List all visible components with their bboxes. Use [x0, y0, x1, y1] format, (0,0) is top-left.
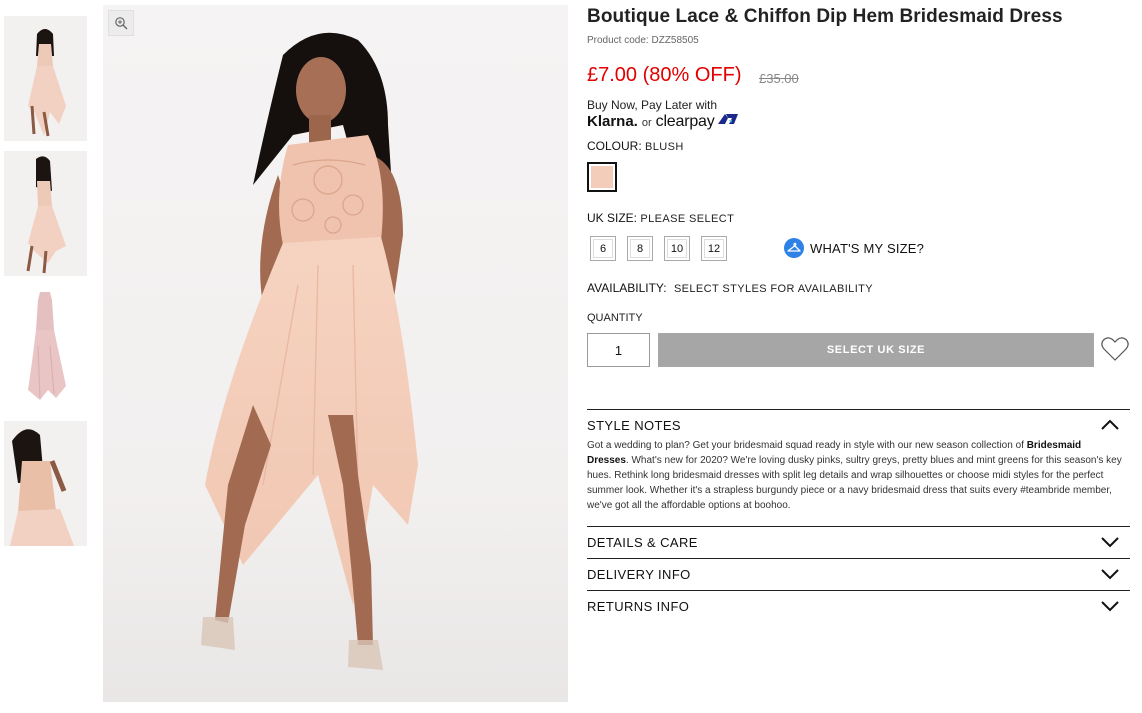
- size-value: PLEASE SELECT: [640, 213, 735, 225]
- style-notes-section: STYLE NOTES Got a wedding to plan? Get y…: [587, 409, 1130, 513]
- sale-price: £7.00 (80% OFF): [587, 64, 742, 86]
- colour-swatch-blush[interactable]: [587, 162, 617, 192]
- thumbnail-front[interactable]: [4, 16, 87, 141]
- thumbnail-side[interactable]: [4, 421, 87, 546]
- or-text: or: [641, 117, 652, 129]
- details-care-section[interactable]: DETAILS & CARE: [587, 526, 1130, 557]
- main-product-image[interactable]: [103, 5, 568, 702]
- style-notes-text-start: Got a wedding to plan? Get your bridesma…: [587, 440, 1027, 451]
- style-notes-text-end: . What's new for 2020? We're loving dusk…: [587, 455, 1122, 511]
- delivery-info-header[interactable]: DELIVERY INFO: [587, 559, 1130, 589]
- size-option-8[interactable]: 8: [627, 236, 653, 261]
- whats-my-size-link[interactable]: WHAT'S MY SIZE?: [784, 238, 924, 258]
- size-label-row: UK SIZE: PLEASE SELECT: [587, 211, 734, 225]
- clearpay-arrows-icon: [717, 114, 738, 124]
- size-option-6[interactable]: 6: [590, 236, 616, 261]
- chevron-down-icon: [1101, 601, 1119, 612]
- zoom-in-button[interactable]: [108, 10, 134, 36]
- availability-row: AVAILABILITY: SELECT STYLES FOR AVAILABI…: [587, 281, 873, 295]
- details-care-title: DETAILS & CARE: [587, 534, 698, 550]
- chevron-down-icon: [1101, 537, 1119, 548]
- heart-icon[interactable]: [1100, 335, 1130, 363]
- whats-my-size-label: WHAT'S MY SIZE?: [810, 240, 925, 256]
- size-label: UK SIZE:: [587, 211, 638, 225]
- quantity-label: QUANTITY: [587, 312, 643, 324]
- returns-info-section[interactable]: RETURNS INFO: [587, 590, 1130, 621]
- details-care-header[interactable]: DETAILS & CARE: [587, 527, 1130, 557]
- size-options: 6 8 10 12: [590, 236, 727, 261]
- klarna-logo[interactable]: Klarna.: [587, 113, 638, 130]
- colour-value: BLUSH: [645, 141, 684, 153]
- availability-label: AVAILABILITY:: [587, 281, 667, 295]
- dress-flat-image: [4, 286, 87, 411]
- quantity-input[interactable]: [587, 333, 650, 367]
- delivery-info-section[interactable]: DELIVERY INFO: [587, 558, 1130, 589]
- style-notes-title: STYLE NOTES: [587, 417, 681, 433]
- model-dress-photo: [201, 32, 418, 670]
- pay-later-text: Buy Now, Pay Later with: [587, 98, 718, 112]
- select-size-button[interactable]: SELECT UK SIZE: [658, 333, 1094, 367]
- chevron-up-icon: [1101, 419, 1119, 430]
- product-code: Product code: DZZ58505: [587, 35, 699, 46]
- payment-providers: Klarna. or clearpay: [587, 112, 739, 131]
- chevron-down-icon: [1101, 569, 1119, 580]
- product-title: Boutique Lace & Chiffon Dip Hem Bridesma…: [587, 6, 1063, 27]
- delivery-info-title: DELIVERY INFO: [587, 566, 691, 582]
- thumbnail-gallery: [4, 16, 87, 556]
- style-notes-header[interactable]: STYLE NOTES: [587, 410, 1130, 440]
- thumbnail-flat[interactable]: [4, 286, 87, 411]
- size-option-12[interactable]: 12: [701, 236, 727, 261]
- dress-side-image: [4, 421, 87, 546]
- style-notes-body: Got a wedding to plan? Get your bridesma…: [587, 438, 1130, 513]
- colour-label-row: COLOUR: BLUSH: [587, 139, 684, 153]
- availability-value: SELECT STYLES FOR AVAILABILITY: [673, 283, 874, 295]
- returns-info-header[interactable]: RETURNS INFO: [587, 591, 1130, 621]
- dress-back-image: [4, 151, 87, 276]
- returns-info-title: RETURNS INFO: [587, 598, 690, 614]
- original-price: £35.00: [759, 71, 799, 86]
- clearpay-logo[interactable]: clearpay: [656, 113, 715, 131]
- size-option-10[interactable]: 10: [664, 236, 690, 261]
- zoom-in-icon: [115, 17, 128, 30]
- dress-front-image: [4, 16, 87, 141]
- hanger-icon: [784, 238, 804, 258]
- swatch-fill: [591, 166, 613, 188]
- thumbnail-back[interactable]: [4, 151, 87, 276]
- colour-label: COLOUR:: [587, 139, 642, 153]
